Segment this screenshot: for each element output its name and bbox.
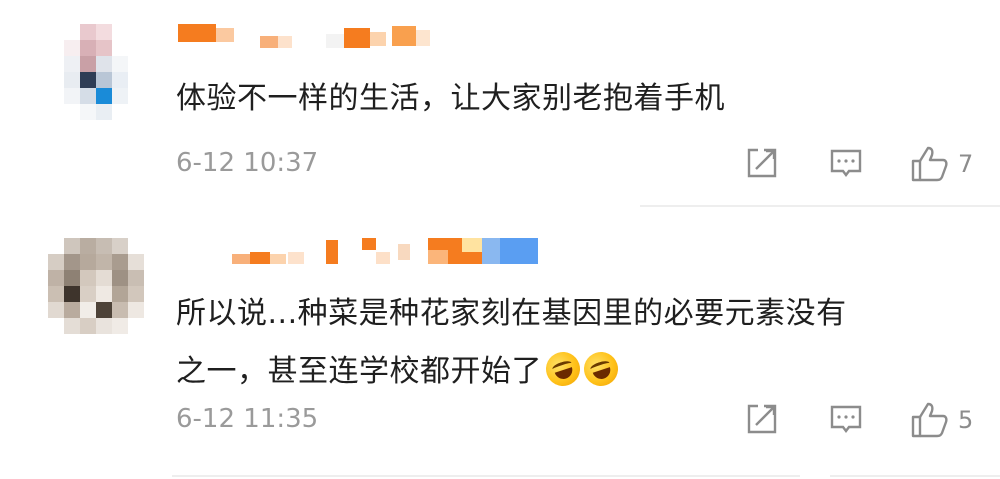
thumbs-up-icon	[911, 146, 948, 182]
comment-text-line: 所以说...种菜是种花家刻在基因里的必要元素没有	[176, 296, 847, 331]
username-pixelated[interactable]	[176, 18, 436, 48]
comment-item: 所以说...种菜是种花家刻在基因里的必要元素没有 之一，甚至连学校都开始了 6-…	[0, 210, 1000, 479]
reply-button[interactable]	[828, 145, 864, 181]
share-icon	[747, 148, 777, 178]
comment-item: 体验不一样的生活，让大家别老抱着手机 6-12 10:37 7	[0, 0, 1000, 210]
comment-timestamp: 6-12 10:37	[176, 148, 319, 178]
share-button[interactable]	[744, 145, 780, 181]
like-button[interactable]	[910, 401, 950, 439]
rofl-emoji	[579, 347, 623, 391]
comment-text: 体验不一样的生活，让大家别老抱着手机	[176, 70, 976, 128]
avatar[interactable]	[48, 238, 144, 334]
reply-button[interactable]	[828, 401, 864, 437]
like-count: 5	[958, 406, 974, 434]
share-icon	[747, 404, 777, 434]
like-button[interactable]	[910, 145, 950, 183]
divider	[172, 475, 800, 477]
comment-icon	[830, 149, 862, 177]
comment-icon	[830, 405, 862, 433]
thumbs-up-icon	[911, 402, 948, 438]
comment-timestamp: 6-12 11:35	[176, 404, 319, 434]
comment-text: 所以说...种菜是种花家刻在基因里的必要元素没有 之一，甚至连学校都开始了	[176, 285, 976, 401]
comment-text-line: 之一，甚至连学校都开始了	[176, 343, 976, 401]
comment-text-line: 体验不一样的生活，让大家别老抱着手机	[176, 81, 725, 116]
divider	[640, 205, 1000, 207]
like-count: 7	[958, 150, 974, 178]
username-pixelated[interactable]	[176, 234, 546, 264]
avatar[interactable]	[48, 24, 144, 120]
comment-list: 体验不一样的生活，让大家别老抱着手机 6-12 10:37 7 所以说...种菜…	[0, 0, 1000, 479]
rofl-emoji	[541, 347, 585, 391]
divider	[830, 475, 1000, 477]
share-button[interactable]	[744, 401, 780, 437]
